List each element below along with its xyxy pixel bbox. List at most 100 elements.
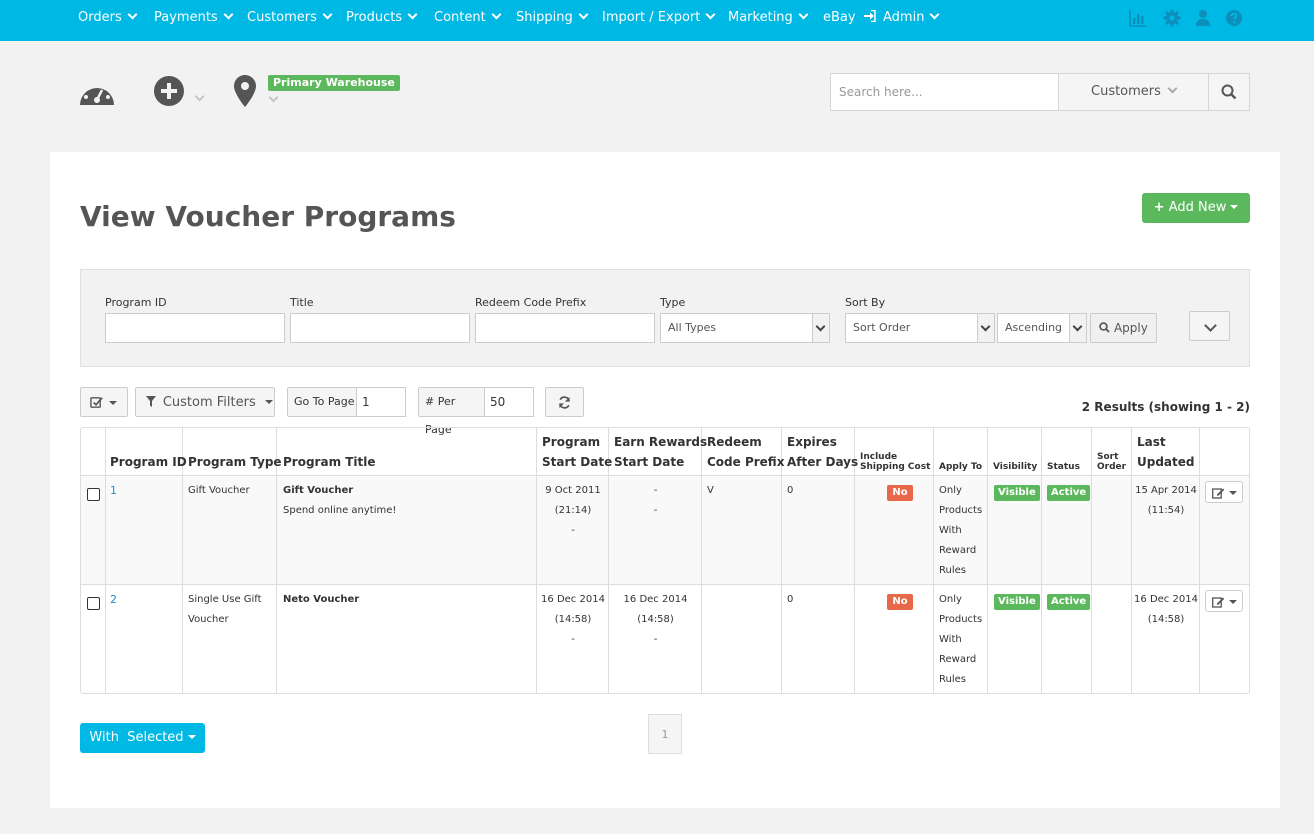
dashboard-icon[interactable]: [79, 78, 115, 110]
header-apply-to[interactable]: Apply To: [939, 462, 982, 472]
search-input[interactable]: [831, 74, 1058, 110]
user-icon[interactable]: [1194, 9, 1212, 27]
earn-start-date-cell: 16 Dec 2014 (14:58) -: [609, 590, 702, 650]
search-icon: [1099, 322, 1110, 333]
nav-admin[interactable]: Admin: [883, 0, 940, 36]
row-actions-button[interactable]: [1205, 590, 1243, 612]
program-title: Gift Voucher: [283, 485, 354, 496]
cell-line: -: [571, 525, 575, 536]
search-scope-label: Customers: [1091, 84, 1161, 99]
redeem-code-prefix-label: Redeem Code Prefix: [475, 296, 587, 309]
row-actions-button[interactable]: [1205, 481, 1243, 503]
edit-icon: [1212, 597, 1225, 608]
type-select[interactable]: All Types: [660, 313, 830, 343]
program-id-link[interactable]: 2: [110, 590, 117, 610]
bulk-select-button[interactable]: [80, 387, 128, 417]
header-sort-order[interactable]: Sort Order: [1097, 452, 1126, 472]
filter-icon: [146, 396, 156, 407]
chevron-down-icon[interactable]: [194, 91, 205, 102]
chevron-down-icon: [812, 314, 829, 342]
header-program-id[interactable]: Program ID: [110, 452, 187, 472]
chevron-down-icon: [1069, 314, 1086, 342]
visible-badge: Visible: [994, 594, 1040, 610]
search-scope-select[interactable]: Customers: [1058, 74, 1208, 110]
expires-cell: 0: [787, 594, 794, 605]
header-earn-rewards-start-date[interactable]: Earn Rewards Start Date: [614, 432, 707, 472]
per-page-input[interactable]: [484, 387, 534, 417]
cell-line: (14:58): [637, 614, 674, 625]
program-type-cell: Single Use Gift Voucher: [188, 590, 262, 630]
header-visibility[interactable]: Visibility: [993, 462, 1037, 472]
header-status[interactable]: Status: [1047, 462, 1080, 472]
voucher-programs-table: Program ID Program Type Program Title Pr…: [80, 427, 1250, 694]
apply-button[interactable]: Apply: [1090, 313, 1157, 343]
pagination-page-1[interactable]: 1: [648, 714, 682, 754]
search-button[interactable]: [1208, 74, 1249, 110]
help-icon[interactable]: [1225, 9, 1243, 27]
chevron-down-icon: [929, 9, 940, 20]
program-id-input[interactable]: [105, 313, 285, 343]
caret-down-icon: [264, 400, 273, 404]
custom-filters-button[interactable]: Custom Filters: [135, 387, 275, 417]
go-to-page-input[interactable]: [356, 387, 406, 417]
content-card: View Voucher Programs + Add New Program …: [50, 152, 1280, 808]
header-include-shipping-cost[interactable]: Include Shipping Cost: [860, 452, 930, 472]
nav-payments[interactable]: Payments: [154, 0, 234, 36]
chevron-down-icon[interactable]: [268, 92, 279, 103]
settings-gear-icon[interactable]: [1163, 9, 1181, 27]
nav-customers[interactable]: Customers: [247, 0, 333, 36]
expand-filters-button[interactable]: [1189, 311, 1230, 341]
title-label: Title: [290, 296, 314, 309]
cell-line: (21:14): [554, 505, 592, 516]
header-line: Shipping Cost: [860, 462, 931, 472]
with-selected-button[interactable]: With Selected: [80, 723, 205, 753]
sort-direction-select[interactable]: Ascending: [997, 313, 1087, 343]
nav-ebay[interactable]: eBay: [823, 0, 876, 36]
header-line: Include: [860, 452, 898, 462]
chevron-down-icon: [322, 9, 333, 20]
sort-by-select[interactable]: Sort Order: [845, 313, 995, 343]
header-redeem-code-prefix[interactable]: Redeem Code Prefix: [707, 432, 784, 472]
chevron-down-icon: [578, 9, 589, 20]
sign-in-icon: [863, 9, 876, 23]
nav-import-export[interactable]: Import / Export: [602, 0, 716, 36]
header-line: Updated: [1137, 455, 1195, 469]
header-program-start-date[interactable]: Program Start Date: [542, 432, 612, 472]
caret-down-icon: [109, 401, 117, 405]
row-checkbox[interactable]: [87, 597, 100, 610]
cell-line: Voucher: [188, 614, 229, 625]
search-bar: Customers: [830, 73, 1250, 111]
reports-icon[interactable]: [1129, 9, 1147, 27]
program-id-link[interactable]: 1: [110, 481, 117, 501]
with-selected-label: With Selected: [89, 730, 184, 745]
header-expires-after-days[interactable]: Expires After Days: [787, 432, 858, 472]
header-last-updated[interactable]: Last Updated: [1137, 432, 1195, 472]
program-start-date-cell: 16 Dec 2014 (14:58) -: [537, 590, 609, 650]
chevron-down-icon: [491, 9, 502, 20]
row-checkbox[interactable]: [87, 488, 100, 501]
cell-line: 9 Oct 2011: [545, 485, 601, 496]
title-input[interactable]: [290, 313, 470, 343]
status-cell: Active: [1047, 483, 1091, 503]
check-square-icon: [90, 397, 103, 408]
nav-marketing[interactable]: Marketing: [728, 0, 809, 36]
add-new-button[interactable]: + Add New: [1142, 193, 1250, 223]
map-marker-icon[interactable]: [234, 75, 256, 111]
custom-filters-label: Custom Filters: [162, 395, 256, 410]
warehouse-badge[interactable]: Primary Warehouse: [268, 75, 400, 91]
cell-line: -: [571, 634, 575, 645]
redeem-code-prefix-input[interactable]: [475, 313, 655, 343]
header-line: Sort: [1097, 452, 1119, 462]
nav-content[interactable]: Content: [434, 0, 502, 36]
caret-down-icon: [187, 735, 196, 739]
header-program-type[interactable]: Program Type: [188, 452, 282, 472]
nav-shipping[interactable]: Shipping: [516, 0, 589, 36]
header-program-title[interactable]: Program Title: [283, 452, 376, 472]
refresh-button[interactable]: [545, 387, 584, 417]
cell-line: -: [653, 485, 658, 496]
nav-orders[interactable]: Orders: [78, 0, 138, 36]
nav-products[interactable]: Products: [346, 0, 418, 36]
earn-start-date-cell: --: [609, 481, 702, 521]
nav-customers-label: Customers: [247, 10, 317, 25]
add-plus-circle-icon[interactable]: [154, 76, 184, 110]
